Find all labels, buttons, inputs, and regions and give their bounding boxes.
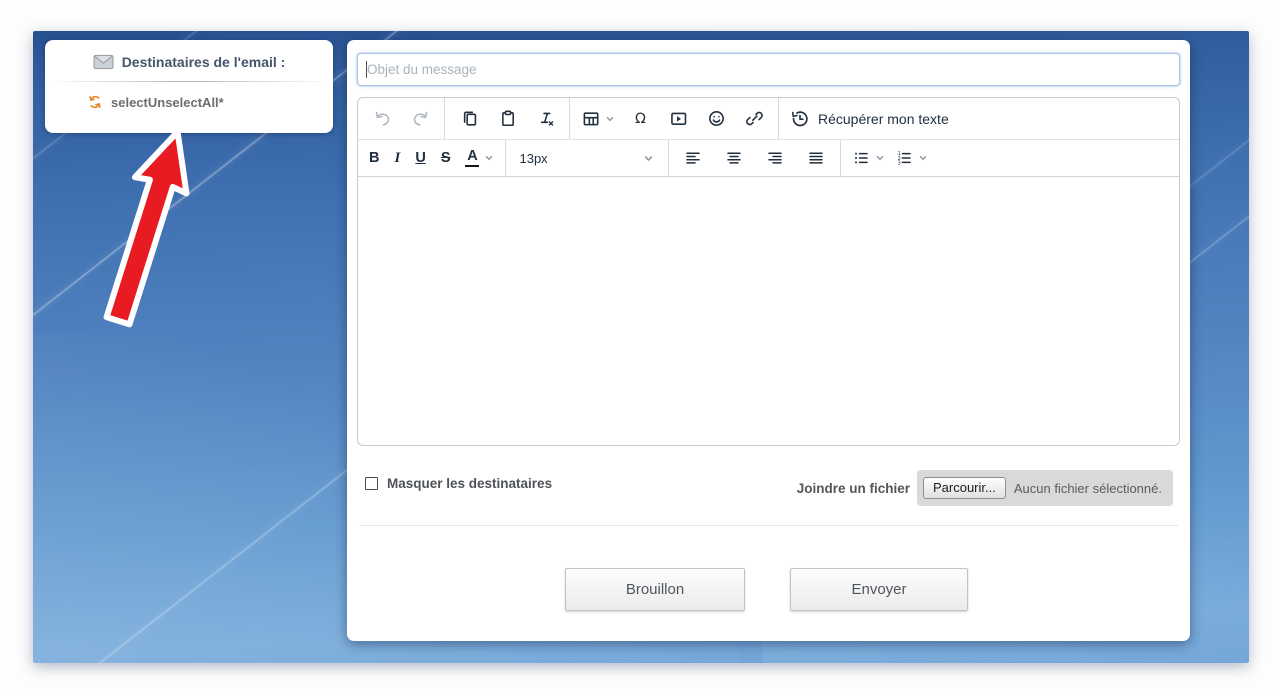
format-group: B I U S A (358, 140, 506, 176)
restore-group: Récupérer mon texte (779, 98, 960, 139)
chevron-down-icon (875, 153, 885, 163)
link-icon (745, 109, 764, 128)
text-cursor (366, 61, 367, 78)
clipboard-group (445, 98, 570, 139)
toolbar-row-1: Ω (358, 98, 1179, 140)
file-input[interactable]: Parcourir... Aucun fichier sélectionné. (917, 470, 1173, 506)
table-button[interactable] (581, 109, 615, 128)
text-color-icon: A (465, 149, 479, 168)
numbered-list-button[interactable]: 1 2 3 (895, 149, 928, 167)
strikethrough-button[interactable]: S (441, 145, 451, 171)
envelope-icon (93, 54, 114, 70)
clear-formatting-icon (536, 109, 555, 128)
bold-label: B (369, 150, 379, 166)
text-color-button[interactable]: A (465, 149, 494, 168)
font-size-value: 13px (519, 151, 547, 166)
subject-input[interactable] (357, 53, 1180, 86)
align-justify-button[interactable] (803, 145, 829, 171)
emoji-icon (707, 109, 726, 128)
align-right-button[interactable] (762, 145, 788, 171)
align-left-button[interactable] (680, 145, 706, 171)
omega-icon: Ω (631, 109, 650, 128)
list-group: 1 2 3 (841, 140, 939, 176)
restore-history-icon (790, 109, 810, 129)
attach-file-row: Joindre un fichier Parcourir... Aucun fi… (797, 470, 1173, 506)
fontsize-group: 13px (506, 140, 669, 176)
align-justify-icon (807, 149, 825, 167)
undo-button[interactable] (369, 106, 395, 132)
align-center-icon (725, 149, 743, 167)
clear-formatting-button[interactable] (532, 106, 558, 132)
align-center-button[interactable] (721, 145, 747, 171)
panel-divider (359, 525, 1178, 526)
sync-icon (87, 94, 103, 110)
bullet-list-icon (852, 149, 870, 167)
restore-text-button[interactable]: Récupérer mon texte (790, 109, 949, 129)
copy-button[interactable] (456, 106, 482, 132)
attach-file-label: Joindre un fichier (797, 481, 910, 496)
font-size-select[interactable]: 13px (517, 151, 657, 166)
paste-button[interactable] (494, 106, 520, 132)
italic-button[interactable]: I (394, 145, 400, 171)
compose-panel: Ω (347, 40, 1190, 641)
underline-label: U (415, 150, 425, 166)
subject-field-wrap (357, 53, 1180, 86)
rich-text-editor: Ω (357, 97, 1180, 446)
chevron-down-icon (605, 114, 615, 124)
link-button[interactable] (741, 106, 767, 132)
insert-group: Ω (570, 98, 779, 139)
underline-button[interactable]: U (415, 145, 425, 171)
hide-recipients-option[interactable]: Masquer les destinataires (365, 476, 552, 491)
red-arrow-icon (86, 121, 216, 347)
recipients-panel: Destinataires de l'email : selectUnselec… (45, 40, 333, 133)
no-file-selected-text: Aucun fichier sélectionné. (1014, 481, 1162, 496)
undo-icon (373, 109, 392, 128)
align-group (669, 140, 841, 176)
bullet-list-button[interactable] (852, 149, 885, 167)
select-unselect-all-label: selectUnselectAll* (111, 95, 224, 110)
align-left-icon (684, 149, 702, 167)
options-row: Masquer les destinataires Joindre un fic… (347, 470, 1190, 518)
emoji-button[interactable] (703, 106, 729, 132)
table-icon (581, 109, 600, 128)
media-icon (669, 109, 688, 128)
special-character-button[interactable]: Ω (627, 106, 653, 132)
chevron-down-icon (643, 153, 654, 164)
recipients-title-row: Destinataires de l'email : (45, 40, 333, 70)
align-right-icon (766, 149, 784, 167)
editor-content[interactable] (358, 177, 1179, 445)
redo-button[interactable] (407, 106, 433, 132)
annotation-arrow (86, 121, 216, 347)
draft-button[interactable]: Brouillon (565, 568, 745, 611)
redo-icon (411, 109, 430, 128)
italic-label: I (394, 150, 400, 167)
paste-icon (498, 109, 517, 128)
numbered-list-icon: 1 2 3 (895, 149, 913, 167)
page: Destinataires de l'email : selectUnselec… (0, 0, 1280, 696)
history-group (358, 98, 445, 139)
browse-button[interactable]: Parcourir... (923, 477, 1006, 499)
select-unselect-all[interactable]: selectUnselectAll* (45, 82, 333, 110)
toolbar-row-2: B I U S A (358, 140, 1179, 177)
copy-icon (460, 109, 479, 128)
hide-recipients-label: Masquer les destinataires (387, 476, 552, 491)
bold-button[interactable]: B (369, 145, 379, 171)
send-button[interactable]: Envoyer (790, 568, 968, 611)
svg-text:Ω: Ω (635, 111, 646, 127)
chevron-down-icon (484, 153, 494, 163)
svg-text:3: 3 (898, 160, 901, 166)
chevron-down-icon (918, 153, 928, 163)
strikethrough-label: S (441, 150, 451, 166)
hide-recipients-checkbox[interactable] (365, 477, 378, 490)
media-button[interactable] (665, 106, 691, 132)
recipients-title: Destinataires de l'email : (122, 54, 286, 70)
restore-text-label: Récupérer mon texte (818, 111, 949, 127)
